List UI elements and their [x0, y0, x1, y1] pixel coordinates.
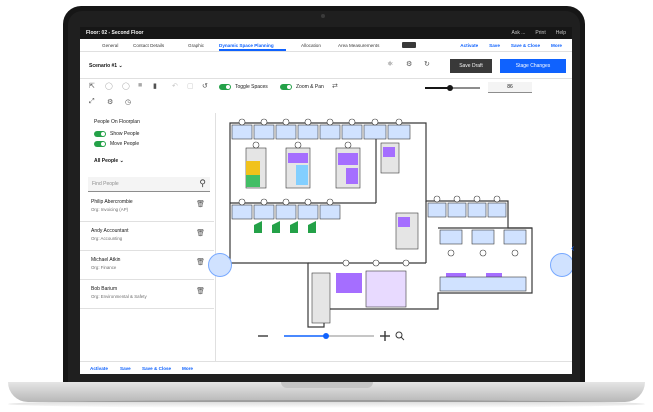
search-placeholder: Find People [92, 181, 119, 187]
view-toolbar: ⤢ ⚙ ◷ [80, 95, 220, 111]
move-people-label: Move People [110, 141, 140, 147]
show-people-label: Show People [110, 131, 140, 137]
chevron-down-icon: ⌄ [118, 63, 123, 69]
laptop-notch [281, 382, 373, 388]
tool-icon-3[interactable]: ■ [138, 82, 142, 89]
zoom-pan-switch[interactable] [280, 84, 292, 90]
trash-icon[interactable]: 🗑 [196, 229, 205, 237]
save-close-link[interactable]: Save & Close [511, 43, 540, 48]
find-people-input[interactable]: Find People ⚲ [88, 177, 210, 192]
bottom-save-link[interactable]: Save [120, 366, 131, 371]
tab-area-measurements[interactable]: Area Measurements [338, 43, 379, 48]
tab-allocation[interactable]: Allocation [301, 43, 321, 48]
window-title: Floor: 02 - Second Floor [86, 30, 144, 36]
refresh-icon[interactable]: ↻ [424, 60, 430, 68]
gear-icon[interactable]: ⚙ [406, 60, 412, 68]
zoom-value-input[interactable]: 86 [488, 82, 532, 93]
tab-contact-details[interactable]: Contact Details [133, 43, 164, 48]
chevron-down-icon: ⌄ [119, 158, 124, 164]
scenario-toolbar: Scenario #1 ⌄ ⚛ ⚙ ↻ Save Draft Stage Cha… [80, 52, 572, 79]
app-screen: Floor: 02 - Second Floor Ask ... Print H… [80, 27, 572, 374]
topbar-print[interactable]: Print [535, 30, 545, 36]
planning-toolbar: ⇱ ◯ ◯ ■ ▮ ↶ ▢ ↺ Toggle Spaces Zoom & Pan… [80, 79, 572, 95]
move-people-switch[interactable] [94, 141, 106, 147]
list-item[interactable]: Andy Accountant Org: Accounting 🗑 [80, 222, 214, 251]
people-panel-title: People On Floorplan [94, 119, 140, 125]
history-icon[interactable]: ◷ [125, 98, 131, 106]
bottom-save-close-link[interactable]: Save & Close [142, 366, 171, 371]
expand-icon[interactable]: ⤢ [89, 98, 95, 106]
tool-icon-2[interactable]: ◯ [122, 82, 130, 90]
person-name: Bob Barium [91, 286, 118, 292]
select-tool-icon[interactable]: ⇱ [89, 82, 95, 90]
person-org: Org: Invoicing (AP) [91, 207, 129, 212]
office-row-top [231, 124, 411, 140]
room-blocks [245, 142, 502, 324]
zoom-pan-label: Zoom & Pan [296, 84, 324, 90]
tab-bar: General Contact Details Graphic Dynamic … [80, 39, 572, 52]
trash-icon[interactable]: 🗑 [196, 258, 205, 266]
pan-left-control[interactable] [208, 253, 232, 277]
redo-icon[interactable]: ▢ [187, 82, 194, 90]
trash-icon[interactable]: 🗑 [196, 287, 205, 295]
zoom-slider[interactable] [425, 84, 480, 91]
list-item[interactable]: Michael Atkin Org: Finance 🗑 [80, 251, 214, 280]
reset-icon[interactable]: ↺ [202, 82, 208, 90]
zoom-slider-thumb[interactable] [446, 84, 453, 91]
tab-graphic[interactable]: Graphic [188, 43, 204, 48]
topbar-help[interactable]: Help [556, 30, 566, 36]
collapse-icon[interactable]: ⇄ [332, 82, 338, 90]
chevron-right-icon[interactable]: ‹ [571, 243, 574, 254]
canvas-zoom-thumb [323, 333, 329, 339]
person-name: Michael Atkin [91, 257, 121, 263]
search-icon[interactable]: ⚲ [199, 178, 206, 189]
save-draft-button[interactable]: Save Draft [450, 59, 492, 73]
tab-actions: Activate Save Save & Close More [460, 43, 562, 48]
list-item[interactable]: Philip Abercrombie Org: Invoicing (AP) 🗑 [80, 193, 214, 222]
laptop-base [8, 382, 645, 402]
activate-link[interactable]: Activate [460, 43, 478, 48]
person-org: Org: Finance [91, 265, 117, 270]
list-item[interactable]: Bob Barium Org: Environmental & Safety 🗑 [80, 280, 214, 309]
app-topbar: Floor: 02 - Second Floor Ask ... Print H… [80, 27, 572, 39]
canvas-zoom-controls[interactable] [256, 329, 406, 343]
active-tab-indicator [219, 49, 286, 51]
tab-general[interactable]: General [102, 43, 118, 48]
layer-icon[interactable]: ▮ [153, 82, 157, 90]
toggle-spaces-switch[interactable] [219, 84, 231, 90]
person-name: Andy Accountant [91, 228, 129, 234]
scenario-dropdown[interactable]: Scenario #1 ⌄ [89, 63, 123, 69]
furniture-icons [254, 221, 316, 233]
bottom-more-link[interactable]: More [182, 366, 193, 371]
trash-icon[interactable]: 🗑 [196, 200, 205, 208]
tool-icon-1[interactable]: ◯ [105, 82, 113, 90]
tab-badge [402, 42, 416, 48]
settings-icon[interactable]: ⚙ [107, 98, 113, 106]
more-link[interactable]: More [551, 43, 562, 48]
people-filter-dropdown[interactable]: All People ⌄ [94, 158, 124, 164]
camera-icon [321, 14, 325, 18]
laptop-shadow [8, 400, 645, 408]
lock-icon[interactable]: ⚛ [387, 60, 393, 68]
people-panel: People On Floorplan Show People Move Peo… [80, 113, 216, 361]
topbar-ask[interactable]: Ask ... [512, 30, 526, 36]
people-filter-label: All People [94, 158, 119, 164]
bottom-action-bar: Activate Save Save & Close More [80, 361, 572, 374]
bottom-activate-link[interactable]: Activate [90, 366, 108, 371]
undo-icon[interactable]: ↶ [172, 82, 178, 90]
scenario-label: Scenario #1 [89, 63, 118, 69]
toggle-spaces-label: Toggle Spaces [235, 84, 268, 90]
person-name: Philip Abercrombie [91, 199, 133, 205]
show-people-switch[interactable] [94, 131, 106, 137]
floorplan-canvas[interactable] [208, 113, 572, 361]
person-org: Org: Accounting [91, 236, 123, 241]
person-org: Org: Environmental & Safety [91, 294, 147, 299]
pan-right-control[interactable] [550, 253, 572, 277]
floorplan[interactable] [216, 113, 572, 361]
stage-changes-button[interactable]: Stage Changes [500, 59, 566, 73]
save-link[interactable]: Save [489, 43, 500, 48]
tab-dynamic-space-planning[interactable]: Dynamic Space Planning [219, 43, 274, 48]
topbar-actions: Ask ... Print Help [512, 30, 566, 36]
